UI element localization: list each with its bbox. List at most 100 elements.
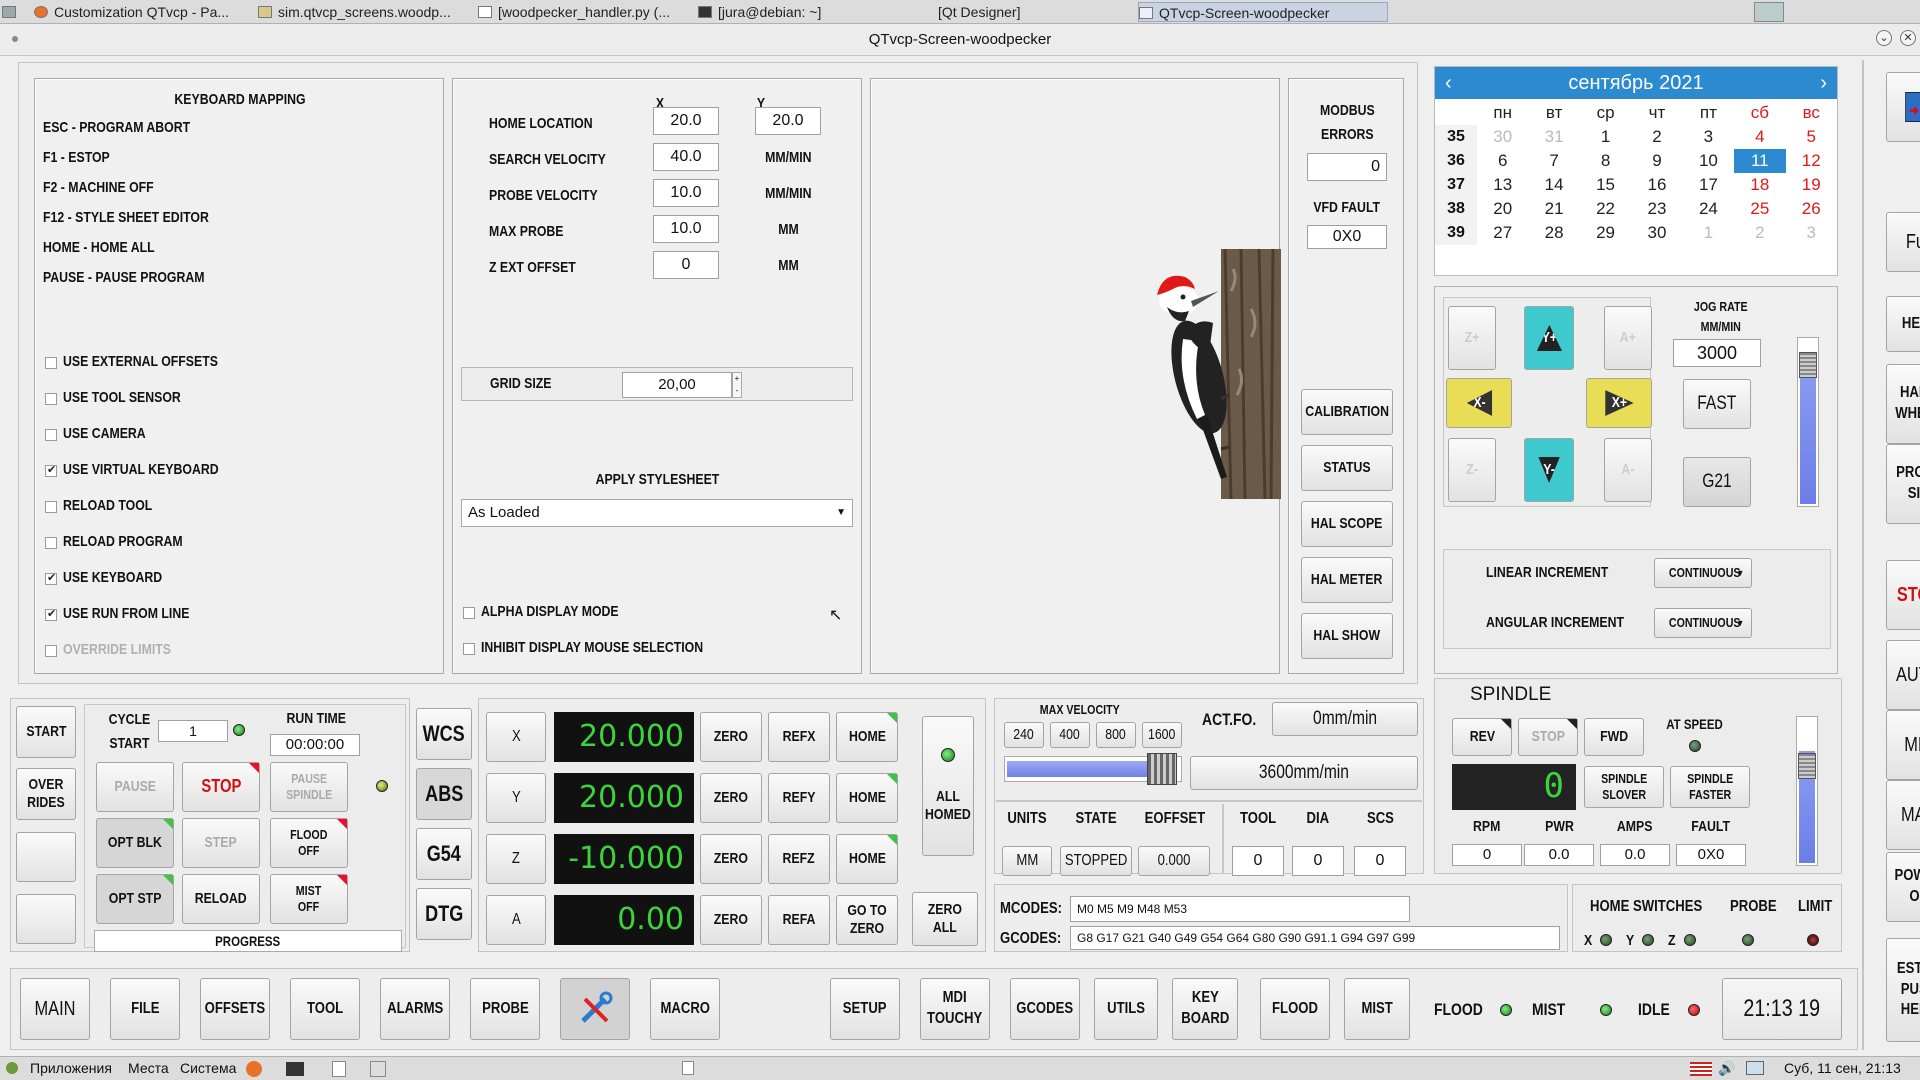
jog-z-plus-button[interactable]: Z+ [1448, 306, 1496, 370]
calendar-day[interactable]: 13 [1477, 173, 1528, 197]
calendar-month[interactable]: сентябрь [1568, 72, 1653, 94]
spindle-fwd-button[interactable]: FWD [1584, 718, 1644, 756]
calendar-day[interactable]: 10 [1683, 149, 1734, 173]
taskbar-tab-qtvcp[interactable]: QTvcp-Screen-woodpecker [1138, 2, 1388, 22]
max-velocity-slider[interactable] [1004, 753, 1182, 785]
calendar-day[interactable]: 12 [1786, 149, 1837, 173]
spindle-stop-button[interactable]: STOP [1518, 718, 1578, 756]
status-button[interactable]: STATUS [1301, 445, 1393, 491]
coord-abs-button[interactable]: ABS [416, 768, 472, 820]
reload-program-checkbox[interactable] [45, 537, 57, 549]
cycle-count-field[interactable]: 1 [158, 720, 228, 742]
tool-icon[interactable] [370, 1061, 386, 1077]
jog-y-minus-button[interactable]: Y- [1524, 438, 1574, 502]
window-list-icon[interactable] [682, 1061, 694, 1075]
jog-rate-slider[interactable] [1797, 337, 1819, 507]
terminal-icon[interactable] [286, 1062, 304, 1076]
ref-x-button[interactable]: REFX [768, 712, 830, 762]
taskbar-tab-folder[interactable]: sim.qtvcp_screens.woodp... [258, 2, 468, 22]
fast-button[interactable]: FAST [1683, 379, 1751, 429]
estop-push-here-button[interactable]: ESTOP PUSH HERE [1886, 938, 1920, 1042]
probe-nav-button[interactable]: PROBE [470, 978, 540, 1040]
units-g21-button[interactable]: G21 [1683, 457, 1751, 507]
network-icon[interactable] [1746, 1061, 1764, 1075]
slider-handle-icon[interactable] [1798, 753, 1816, 779]
calendar-day[interactable]: 3 [1786, 221, 1837, 245]
step-button[interactable]: STEP [182, 818, 260, 868]
calendar-day[interactable]: 3 [1683, 125, 1734, 149]
utils-nav-button[interactable]: UTILS [1094, 978, 1158, 1040]
calendar-day[interactable]: 27 [1477, 221, 1528, 245]
jog-x-plus-button[interactable]: X+ [1586, 378, 1652, 428]
gcodes-nav-button[interactable]: GCODES [1010, 978, 1080, 1040]
workspace-icon[interactable] [1754, 2, 1784, 22]
power-on-button[interactable]: POWER ON [1886, 852, 1920, 922]
home-x-button[interactable]: HOME [836, 712, 898, 762]
zero-x-button[interactable]: ZERO [700, 712, 762, 762]
main-nav-button[interactable]: MAIN [20, 978, 90, 1040]
opt-blk-button[interactable]: OPT BLK [96, 818, 174, 868]
calendar-day[interactable]: 5 [1786, 125, 1837, 149]
axis-x-button[interactable]: X [486, 712, 546, 762]
system-menu[interactable]: Система [180, 1057, 236, 1079]
override-limits-checkbox[interactable] [45, 645, 57, 657]
macro-nav-button[interactable]: MACRO [650, 978, 720, 1040]
auto-button[interactable]: AUTO [1886, 640, 1920, 710]
spindle-override-slider[interactable] [1796, 716, 1818, 866]
chevron-left-icon[interactable]: ‹ [1445, 67, 1452, 99]
use-run-from-line-checkbox[interactable] [45, 607, 57, 621]
home-y-button[interactable]: HOME [836, 773, 898, 823]
minimize-icon[interactable]: ⌄ [1876, 30, 1892, 46]
firefox-icon[interactable] [246, 1061, 262, 1077]
pause-button[interactable]: PAUSE [96, 762, 174, 812]
calendar-day[interactable]: 14 [1528, 173, 1579, 197]
ref-y-button[interactable]: REFY [768, 773, 830, 823]
velocity-preset-button[interactable]: 240 [1004, 722, 1044, 748]
taskbar-tab-terminal[interactable]: [jura@debian: ~] [698, 2, 908, 22]
calendar-day[interactable]: 15 [1580, 173, 1631, 197]
velocity-preset-button[interactable]: 1600 [1142, 722, 1182, 748]
chevron-right-icon[interactable]: › [1820, 67, 1827, 99]
jog-a-plus-button[interactable]: A+ [1604, 306, 1652, 370]
calendar-day[interactable]: 9 [1631, 149, 1682, 173]
help-button[interactable]: HELP [1886, 296, 1920, 352]
jog-x-minus-button[interactable]: X- [1446, 378, 1512, 428]
calendar-day[interactable]: 28 [1528, 221, 1579, 245]
ref-z-button[interactable]: REFZ [768, 834, 830, 884]
flag-icon[interactable] [1690, 1062, 1712, 1076]
editor-icon[interactable] [332, 1061, 346, 1077]
calibration-button[interactable]: CALIBRATION [1301, 389, 1393, 435]
home-z-button[interactable]: HOME [836, 834, 898, 884]
zero-all-button[interactable]: ZERO ALL [912, 892, 978, 946]
calendar-day[interactable]: 23 [1631, 197, 1682, 221]
jog-a-minus-button[interactable]: A- [1604, 438, 1652, 502]
file-nav-button[interactable]: FILE [110, 978, 180, 1040]
flood-nav-button[interactable]: FLOOD [1260, 978, 1330, 1040]
probe-row-x-field[interactable]: 0 [653, 251, 719, 279]
use-virtual-keyboard-checkbox[interactable] [45, 463, 57, 477]
slider-handle-icon[interactable] [1799, 352, 1817, 378]
use-camera-checkbox[interactable] [45, 429, 57, 441]
calendar-day[interactable]: 19 [1786, 173, 1837, 197]
flood-off-button[interactable]: FLOOD OFF [270, 818, 348, 868]
reload-tool-checkbox[interactable] [45, 501, 57, 513]
full-button[interactable]: Full [1886, 212, 1920, 272]
setup-nav-button[interactable]: SETUP [830, 978, 900, 1040]
calendar-day[interactable]: 11 [1734, 149, 1786, 173]
pause-spindle-button[interactable]: PAUSE SPINDLE [270, 762, 348, 812]
hand-wheel-button[interactable]: HAND WHEEL [1886, 364, 1920, 444]
axis-y-button[interactable]: Y [486, 773, 546, 823]
alpha-display-checkbox[interactable] [463, 607, 475, 619]
calendar-day[interactable]: 30 [1477, 125, 1528, 149]
linear-increment-select[interactable]: CONTINUOUS ▼ [1654, 558, 1752, 588]
inhibit-mouse-checkbox[interactable] [463, 643, 475, 655]
calendar-day[interactable]: 25 [1734, 197, 1785, 221]
man-button[interactable]: MAN [1886, 780, 1920, 850]
coord-dtg-button[interactable]: DTG [416, 888, 472, 940]
ref-a-button[interactable]: REFA [768, 895, 830, 945]
use-tool-sensor-checkbox[interactable] [45, 393, 57, 405]
calendar-day[interactable]: 31 [1528, 125, 1579, 149]
probe-row-y-field[interactable]: 20.0 [755, 107, 821, 135]
calendar-day[interactable]: 2 [1631, 125, 1682, 149]
opt-stp-button[interactable]: OPT STP [96, 874, 174, 924]
